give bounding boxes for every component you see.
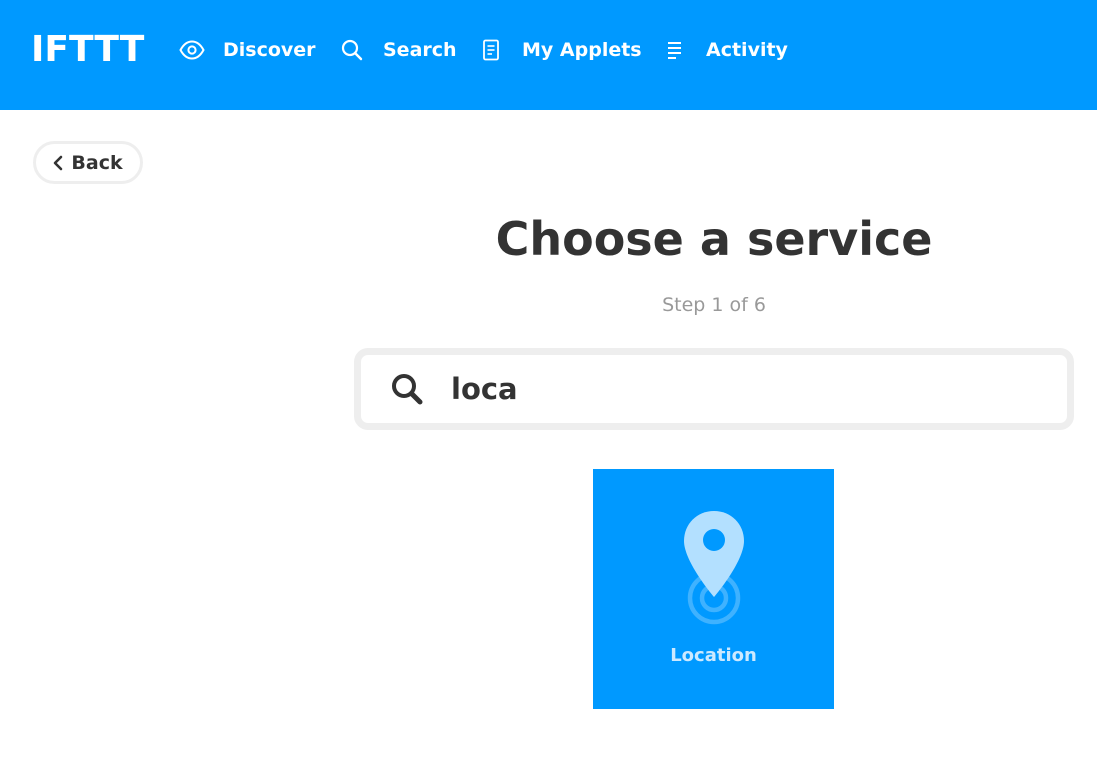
nav-discover-label: Discover <box>223 39 316 61</box>
nav-discover[interactable]: Discover <box>179 34 316 66</box>
document-icon <box>478 37 504 63</box>
nav-my-applets[interactable]: My Applets <box>478 34 642 66</box>
eye-icon <box>179 37 205 63</box>
top-navigation-bar: IFTTT Discover Search My Applets Activit… <box>0 0 1097 110</box>
search-icon <box>389 371 425 407</box>
nav-search[interactable]: Search <box>339 34 457 66</box>
service-search-box <box>354 348 1074 430</box>
search-icon <box>339 37 365 63</box>
step-indicator: Step 1 of 6 <box>662 294 766 316</box>
nav-my-applets-label: My Applets <box>522 39 642 61</box>
nav-search-label: Search <box>383 39 457 61</box>
back-button-label: Back <box>71 151 123 174</box>
chevron-left-icon <box>53 155 63 171</box>
page-title: Choose a service <box>495 212 933 266</box>
back-button[interactable]: Back <box>33 141 143 184</box>
location-pin-icon <box>678 509 750 629</box>
service-search-input[interactable] <box>451 367 1051 411</box>
nav-activity[interactable]: Activity <box>662 34 788 66</box>
service-tile-location[interactable]: Location <box>593 469 834 709</box>
list-icon <box>662 37 688 63</box>
ifttt-logo[interactable]: IFTTT <box>31 29 144 70</box>
nav-activity-label: Activity <box>706 39 788 61</box>
service-tile-label: Location <box>670 645 757 666</box>
